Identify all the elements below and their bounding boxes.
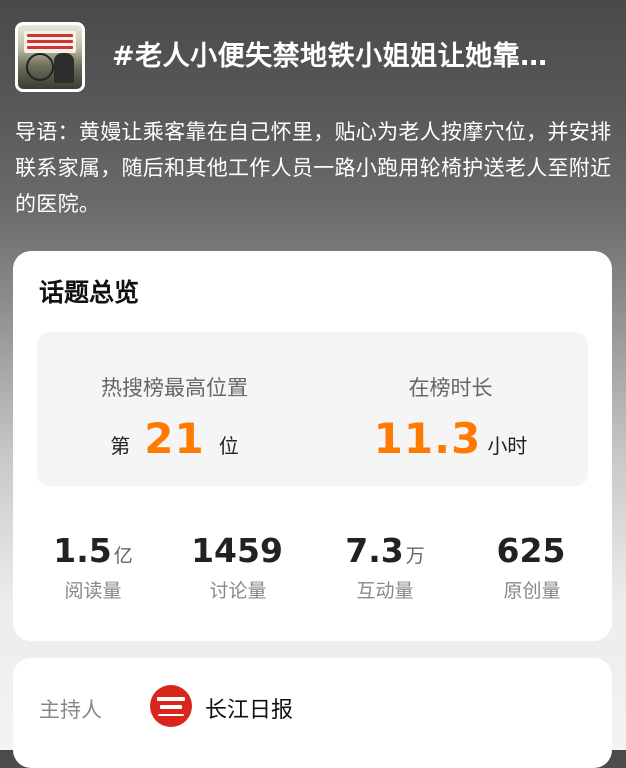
highest-rank-prefix: 第 bbox=[110, 434, 131, 458]
stat-interactions: 7.3 万 互动量 bbox=[310, 531, 460, 603]
changjiang-daily-logo-icon[interactable] bbox=[150, 685, 192, 727]
person-graphic bbox=[54, 53, 74, 83]
topic-header: #老人小便失禁地铁小姐姐让她靠… bbox=[15, 20, 611, 95]
stat-reads: 1.5 亿 阅读量 bbox=[18, 531, 168, 603]
topic-stats: 1.5 亿 阅读量 1459 讨论量 7.3 万 互动量 625 原创量 bbox=[13, 531, 612, 611]
duration-label: 在榜时长 bbox=[408, 376, 493, 400]
stat-reads-value: 1.5 bbox=[53, 531, 112, 570]
highest-rank-value-row: 第 21 位 bbox=[37, 414, 312, 463]
topic-intro: 导语：黄嫚让乘客靠在自己怀里，贴心为老人按摩穴位，并安排联系家属，随后和其他工作… bbox=[15, 120, 612, 216]
stat-discussions-value: 1459 bbox=[191, 531, 283, 570]
stat-interactions-value: 7.3 bbox=[345, 531, 404, 570]
stat-reads-label: 阅读量 bbox=[64, 580, 122, 602]
topic-title: #老人小便失禁地铁小姐姐让她靠… bbox=[112, 41, 548, 72]
highest-rank-suffix: 位 bbox=[218, 434, 239, 458]
stat-interactions-unit: 万 bbox=[405, 545, 425, 567]
host-name-link[interactable]: 长江日报 bbox=[205, 692, 293, 724]
topic-thumbnail[interactable] bbox=[15, 22, 85, 92]
duration-panel: 在榜时长 11.3 小时 bbox=[313, 332, 588, 486]
thumbnail-caption-graphic bbox=[24, 31, 76, 53]
stat-interactions-label: 互动量 bbox=[356, 580, 414, 602]
duration-value: 11.3 bbox=[373, 414, 482, 463]
duration-unit: 小时 bbox=[487, 434, 528, 458]
host-label: 主持人 bbox=[39, 698, 102, 722]
wheelchair-graphic bbox=[26, 53, 54, 81]
stat-original-posts: 625 原创量 bbox=[457, 531, 607, 603]
highest-rank-label: 热搜榜最高位置 bbox=[101, 376, 248, 400]
ranking-summary-box: 热搜榜最高位置 第 21 位 在榜时长 11.3 小时 bbox=[37, 332, 588, 486]
stat-reads-unit: 亿 bbox=[113, 545, 133, 567]
host-card: 主持人 长江日报 bbox=[13, 658, 612, 768]
highest-rank-value: 21 bbox=[144, 414, 205, 463]
duration-value-row: 11.3 小时 bbox=[313, 414, 588, 463]
overview-card: 话题总览 热搜榜最高位置 第 21 位 在榜时长 11.3 小时 1.5 亿 阅读量 1… bbox=[13, 251, 612, 641]
highest-rank-panel: 热搜榜最高位置 第 21 位 bbox=[37, 332, 312, 486]
stat-original-value: 625 bbox=[496, 531, 566, 570]
overview-title: 话题总览 bbox=[39, 278, 140, 307]
stat-discussions-label: 讨论量 bbox=[209, 580, 267, 602]
stat-original-label: 原创量 bbox=[503, 580, 561, 602]
stat-discussions: 1459 讨论量 bbox=[163, 531, 313, 603]
